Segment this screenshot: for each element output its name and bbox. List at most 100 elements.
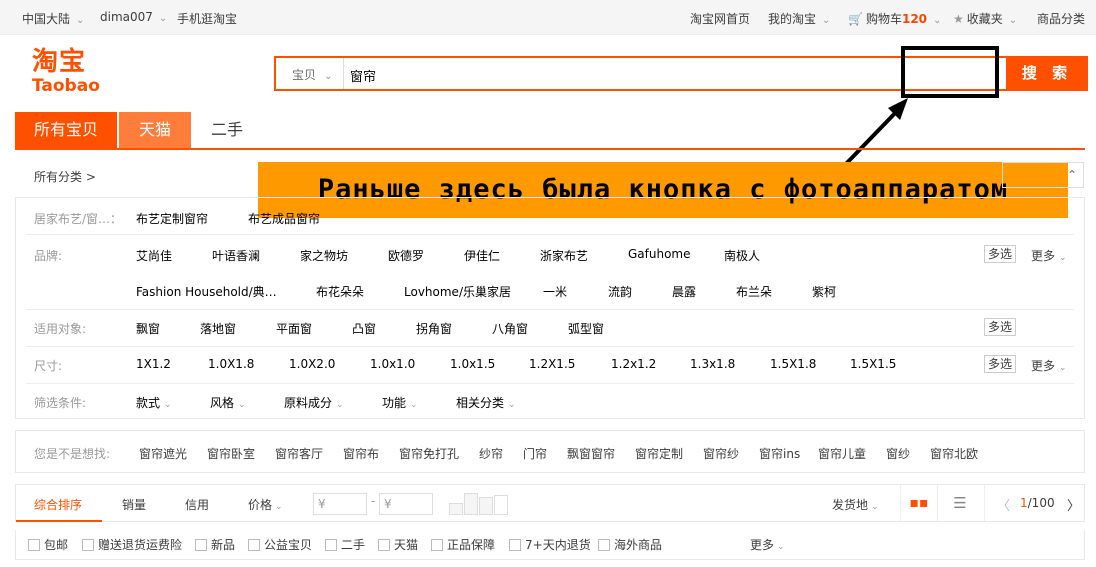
brand-option[interactable]: 伊佳仁 [464,247,500,264]
brand-option[interactable]: 紫柯 [812,283,836,300]
function-dropdown[interactable]: 功能 ⌄ [382,394,418,411]
return-insurance-checkbox[interactable]: 赠送退货运费险 [82,536,182,553]
collapse-toggle[interactable]: ⌃ [1002,162,1084,188]
related-category-dropdown[interactable]: 相关分类 ⌄ [456,394,516,411]
region-selector[interactable]: 中国大陆 ⌄ [22,10,84,27]
filter-option[interactable]: 1.0X2.0 [289,357,335,371]
tmall-checkbox[interactable]: 天猫 [378,536,418,553]
filter-option[interactable]: 平面窗 [276,320,312,337]
tab-tmall[interactable]: 天猫 [119,112,191,148]
grid-view-button[interactable]: ▪▪ [900,485,938,521]
target-multi-select-button[interactable]: 多选 [984,318,1016,336]
favorites-menu[interactable]: ★ 收藏夹 ⌄ [953,10,1017,27]
brand-option[interactable]: 家之物坊 [300,247,348,264]
new-item-checkbox[interactable]: 新品 [195,536,235,553]
brand-option[interactable]: Lovhome/乐巢家居 [404,283,511,300]
brand-option[interactable]: Gafuhome [628,247,691,261]
related-search-link[interactable]: 窗帘遮光 [139,445,187,462]
second-hand-checkbox[interactable]: 二手 [325,536,365,553]
search-input[interactable]: 窗帘 [350,66,890,85]
filter-option[interactable]: 拐角窗 [416,320,452,337]
filter-option[interactable]: 布艺成品窗帘 [248,210,320,227]
filter-option[interactable]: 1X1.2 [136,357,171,371]
breadcrumb-all-categories[interactable]: 所有分类 > [34,168,96,185]
prev-page-icon[interactable]: 〈 [997,495,1010,514]
filter-option[interactable]: 1.2x1.2 [611,357,656,371]
categories-link[interactable]: 商品分类 [1037,10,1085,27]
filter-option[interactable]: 布艺定制窗帘 [136,210,208,227]
price-max-input[interactable]: ¥ [379,493,433,515]
filter-option[interactable]: 弧型窗 [568,320,604,337]
ship-from-dropdown[interactable]: 发货地 ⌄ [832,496,879,513]
sort-sales[interactable]: 销量 [122,496,146,513]
related-search-link[interactable]: 飘窗窗帘 [567,445,615,462]
filter-option[interactable]: 凸窗 [352,320,376,337]
brand-option[interactable]: 艾尚佳 [136,247,172,264]
related-search-link[interactable]: 窗纱 [886,445,910,462]
theme-dropdown[interactable]: 风格 ⌄ [210,394,246,411]
related-search-link[interactable]: 窗帘ins [759,445,800,462]
filter-option[interactable]: 1.0X1.8 [208,357,254,371]
list-view-button[interactable]: ☰ [941,485,979,521]
charity-checkbox[interactable]: 公益宝贝 [248,536,312,553]
style-dropdown[interactable]: 款式 ⌄ [136,394,172,411]
search-type-dropdown[interactable]: 宝贝 ⌄ [276,58,344,89]
brand-option[interactable]: 晨露 [672,283,696,300]
next-page-icon[interactable]: 〉 [1067,495,1080,514]
seven-day-return-checkbox[interactable]: 7+天内退货 [509,536,591,553]
more-filters-button[interactable]: 更多 ⌄ [750,536,785,553]
related-search-link[interactable]: 窗帘客厅 [275,445,323,462]
related-search-link[interactable]: 门帘 [523,445,547,462]
my-taobao-menu[interactable]: 我的淘宝 ⌄ [768,10,830,27]
brand-option[interactable]: 布兰朵 [736,283,772,300]
filter-option[interactable]: 落地窗 [200,320,236,337]
material-dropdown[interactable]: 原料成分 ⌄ [284,394,344,411]
filter-option[interactable]: 1.5X1.5 [850,357,896,371]
brand-multi-select-button[interactable]: 多选 [984,245,1016,263]
filter-option[interactable]: 八角窗 [492,320,528,337]
related-search-link[interactable]: 窗帘北欧 [930,445,978,462]
brand-option[interactable]: 布花朵朵 [316,283,364,300]
tab-all-items[interactable]: 所有宝贝 [15,112,117,148]
sort-default[interactable]: 综合排序 [34,496,82,513]
brand-option[interactable]: 流韵 [608,283,632,300]
genuine-guarantee-checkbox[interactable]: 正品保障 [431,536,495,553]
filter-option[interactable]: 1.0x1.5 [450,357,495,371]
tab-second-hand[interactable]: 二手 [191,112,263,148]
free-shipping-checkbox[interactable]: 包邮 [28,536,68,553]
brand-option[interactable]: 一米 [543,283,567,300]
related-search-link[interactable]: 纱帘 [479,445,503,462]
related-search-link[interactable]: 窗帘纱 [703,445,739,462]
brand-option[interactable]: 叶语香澜 [212,247,260,264]
overseas-checkbox[interactable]: 海外商品 [598,536,662,553]
filter-option[interactable]: 1.2X1.5 [529,357,575,371]
size-more-button[interactable]: 更多 ⌄ [1031,357,1067,374]
filter-option[interactable]: 飘窗 [136,320,160,337]
home-link[interactable]: 淘宝网首页 [690,10,750,27]
related-search-link[interactable]: 窗帘定制 [635,445,683,462]
brand-more-button[interactable]: 更多 ⌄ [1031,247,1067,264]
related-search-link[interactable]: 窗帘免打孔 [399,445,459,462]
cart-link[interactable]: 🛒 购物车120 ⌄ [848,10,941,27]
brand-option[interactable]: 浙家布艺 [540,247,588,264]
mobile-link[interactable]: 手机逛淘宝 [177,10,237,27]
sort-credit[interactable]: 信用 [185,496,209,513]
related-search-link[interactable]: 窗帘布 [343,445,379,462]
user-menu[interactable]: dima007 ⌄ [100,10,167,24]
filter-option[interactable]: 1.3x1.8 [690,357,735,371]
filter-panel: 居家布艺/窗…： 布艺定制窗帘 布艺成品窗帘 品牌: 艾尚佳 叶语香澜 家之物坊… [15,197,1085,419]
taobao-logo[interactable]: 淘宝 Taobao [32,48,112,98]
filter-option[interactable]: 1.0x1.0 [370,357,415,371]
search-button[interactable]: 搜 索 [1006,56,1088,91]
brand-option[interactable]: 南极人 [724,247,760,264]
brand-option[interactable]: Fashion Household/典… [136,283,277,300]
checkbox-icon [82,539,94,551]
price-distribution-icon[interactable] [449,493,511,515]
related-search-link[interactable]: 窗帘儿童 [818,445,866,462]
price-min-input[interactable]: ¥ [313,493,367,515]
brand-option[interactable]: 欧德罗 [388,247,424,264]
filter-option[interactable]: 1.5X1.8 [770,357,816,371]
size-multi-select-button[interactable]: 多选 [984,355,1016,373]
sort-price[interactable]: 价格 ⌄ [248,496,283,513]
related-search-link[interactable]: 窗帘卧室 [207,445,255,462]
